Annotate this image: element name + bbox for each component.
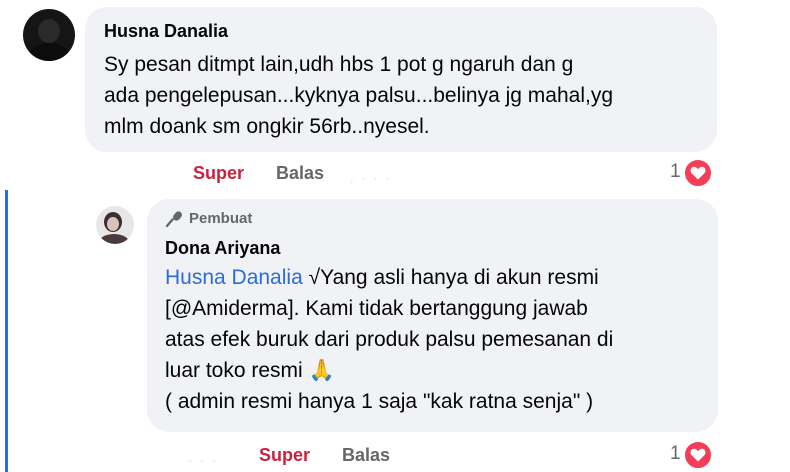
reply-button[interactable]: Balas [342,444,390,466]
heart-icon[interactable] [683,158,713,188]
reply-bubble: Pembuat Dona Ariyana Husna Danalia √Yang… [147,199,718,432]
heart-icon[interactable] [683,440,713,470]
reaction-count[interactable]: 1 [670,442,681,466]
comment-text: Sy pesan ditmpt lain,udh hbs 1 pot g nga… [104,53,614,138]
comment-author[interactable]: Husna Danalia [104,20,228,42]
microphone-icon [165,211,182,228]
avatar[interactable] [23,9,75,61]
super-reaction-button[interactable]: Super [193,162,244,184]
author-badge-label: Pembuat [189,210,253,227]
reply-thread-line [5,190,8,472]
author-badge: Pembuat [165,210,252,228]
timestamp-faded: · · · [188,453,219,468]
comment-bubble: Husna Danalia Sy pesan ditmpt lain,udh h… [85,7,717,152]
super-reaction-button[interactable]: Super [259,444,310,466]
timestamp-faded: . · · · [350,171,392,186]
comment-author[interactable]: Dona Ariyana [165,237,280,259]
reply-button[interactable]: Balas [276,162,324,184]
comment-text: Husna Danalia √Yang asli hanya di akun r… [165,262,715,417]
mention-link[interactable]: Husna Danalia [165,266,303,289]
avatar[interactable] [96,206,134,244]
reaction-count[interactable]: 1 [670,160,681,184]
